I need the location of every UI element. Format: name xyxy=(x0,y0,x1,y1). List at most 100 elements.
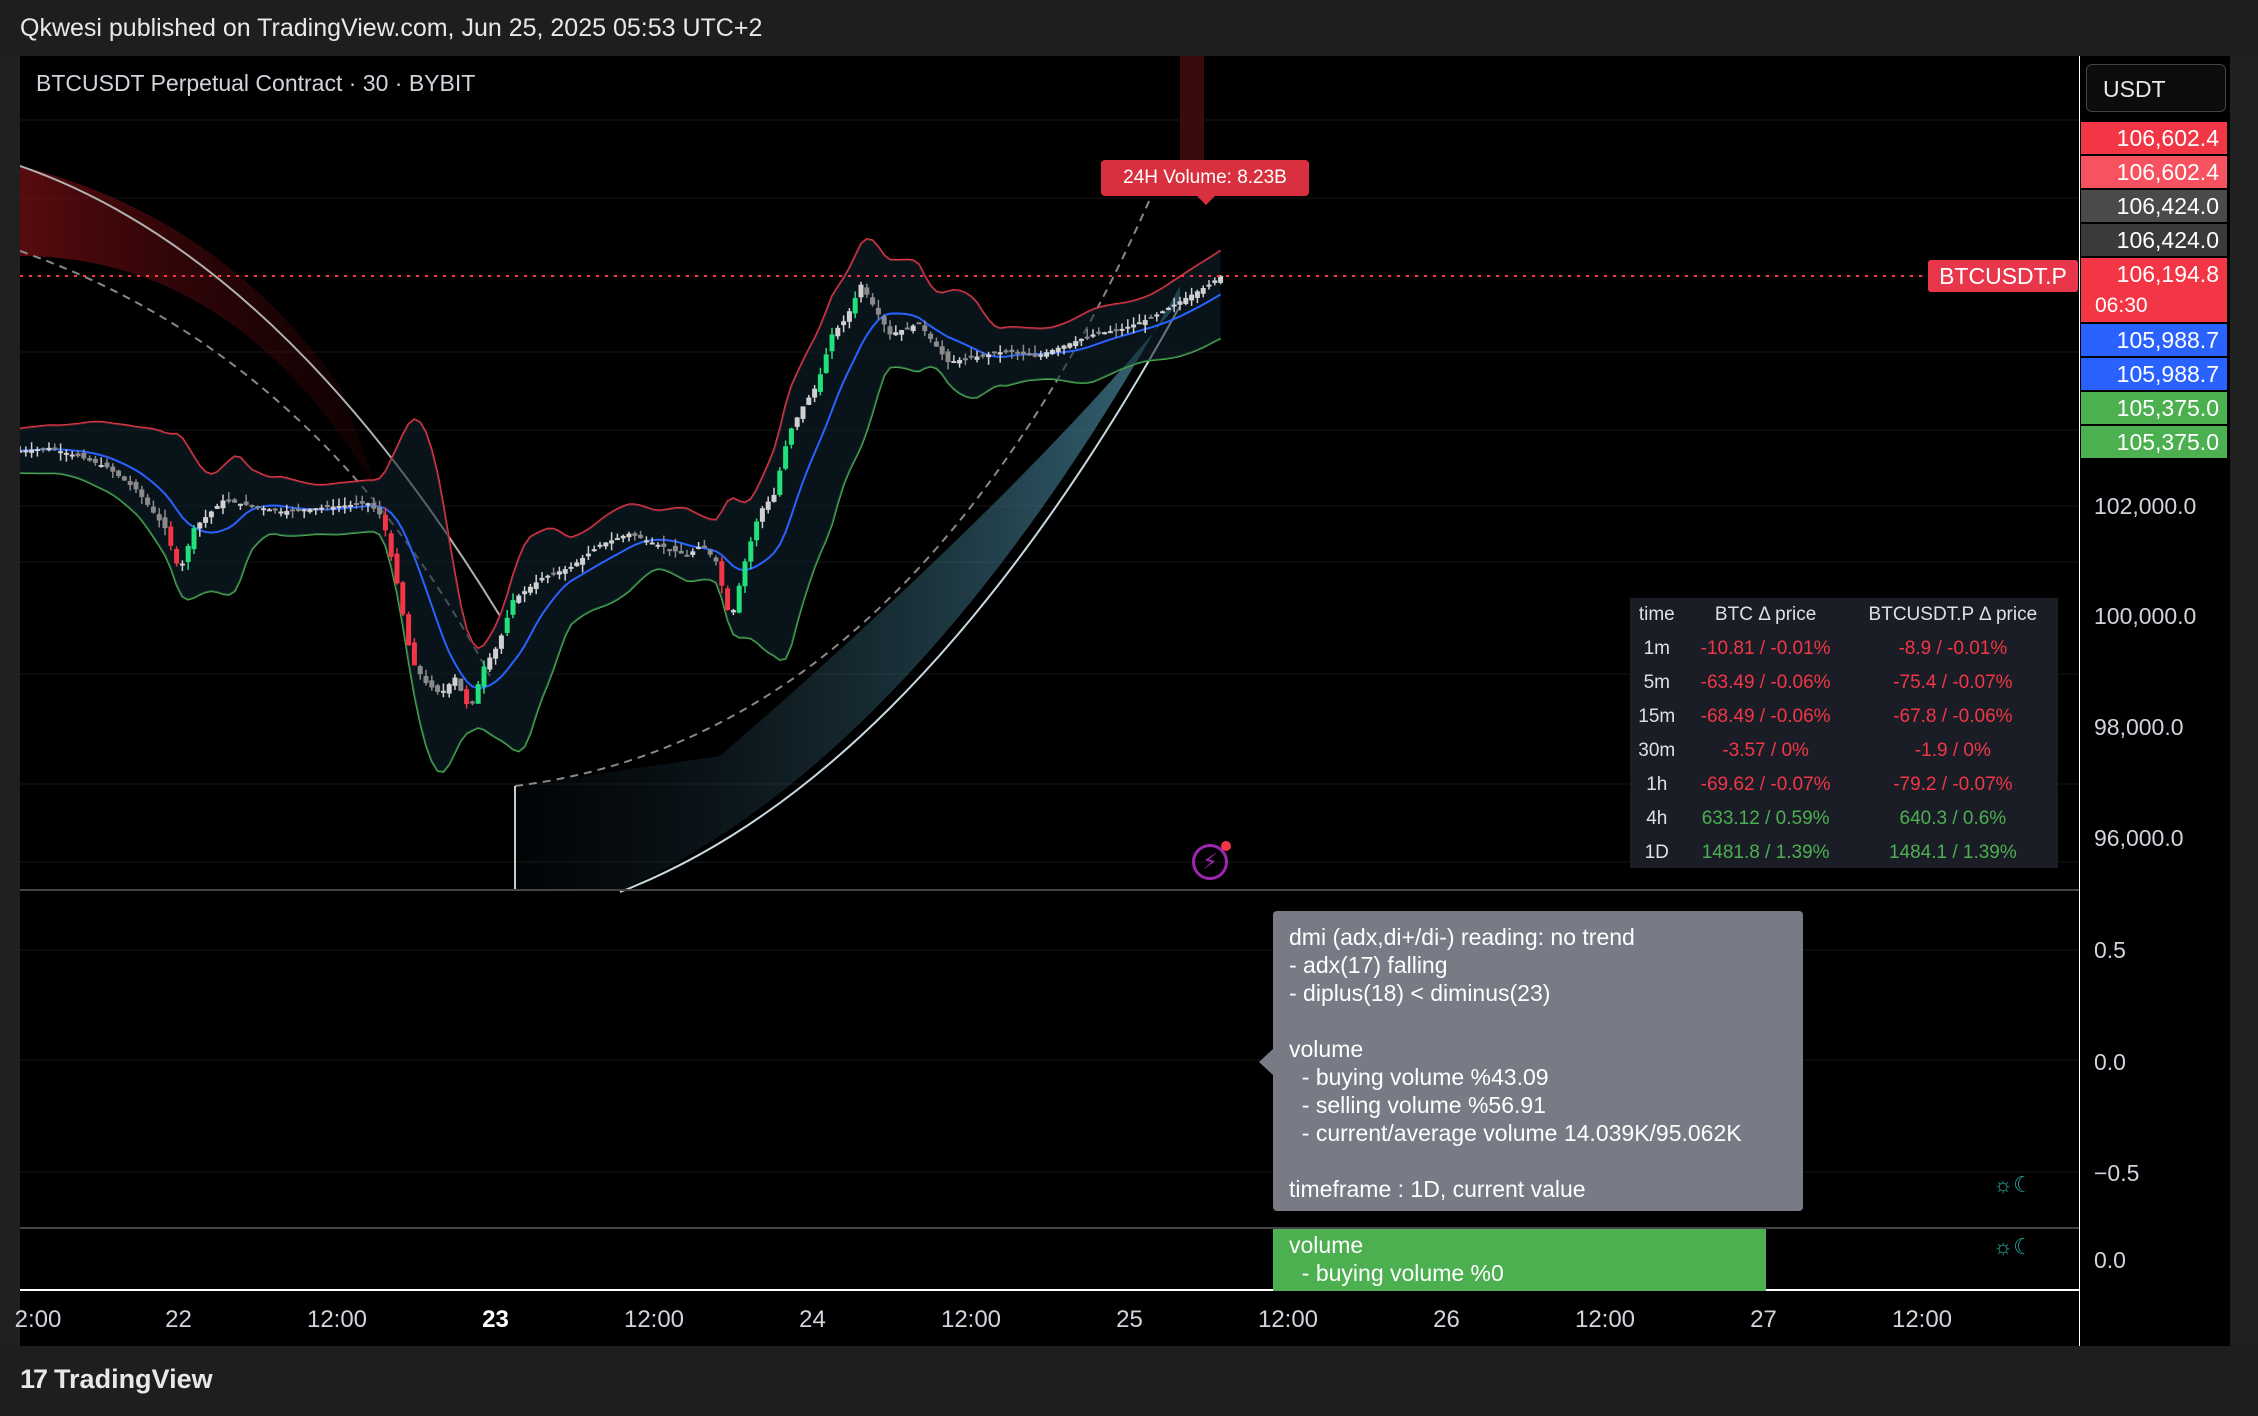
theme-toggle-icon[interactable]: ☼☾ xyxy=(1993,1234,2033,1260)
candle-body xyxy=(116,470,122,477)
symbol-title[interactable]: BTCUSDT Perpetual Contract · 30 · BYBIT xyxy=(36,70,475,97)
delta-cell: 633.12 / 0.59% xyxy=(1701,808,1830,829)
candle-body xyxy=(208,511,214,518)
candle-body xyxy=(800,406,806,419)
candle-body xyxy=(504,617,510,633)
candle-body xyxy=(150,506,156,513)
candle-body xyxy=(667,549,673,552)
candle-body xyxy=(353,502,359,505)
candle-body xyxy=(696,546,702,549)
candle-body xyxy=(417,666,423,675)
candle-body xyxy=(1131,324,1137,328)
candle-body xyxy=(174,549,180,564)
price-tick: 96,000.0 xyxy=(2094,825,2184,851)
candle-body xyxy=(336,506,342,508)
price-label: 106,602.4 xyxy=(2081,156,2227,188)
candle-body xyxy=(1003,350,1009,353)
candle-body xyxy=(446,684,452,694)
table-row: 1D 1481.8 / 1.39% 1484.1 / 1.39% xyxy=(1630,836,2058,870)
candle-body xyxy=(423,675,429,684)
candle-body xyxy=(823,354,829,373)
candle-body xyxy=(290,509,296,512)
candle-body xyxy=(394,553,400,584)
candle-body xyxy=(1125,326,1131,329)
brand-name: TradingView xyxy=(54,1364,213,1394)
candle-body xyxy=(261,508,267,511)
candle-body xyxy=(469,701,475,704)
candle-body xyxy=(846,311,852,322)
time-tick: 27 xyxy=(1750,1306,1777,1333)
candle-body xyxy=(858,284,864,298)
time-tick: 12:00 xyxy=(1891,1306,1953,1333)
candle-body xyxy=(1067,343,1073,348)
candle-body xyxy=(777,470,783,495)
candle-body xyxy=(638,534,644,539)
candle-body xyxy=(765,501,771,510)
candle-body xyxy=(278,511,284,514)
candle-body xyxy=(1026,353,1032,356)
candle-body xyxy=(893,332,899,336)
candle-body xyxy=(597,544,603,547)
indicator-tick: 0.0 xyxy=(2094,1247,2126,1273)
time-tick: 12:00 xyxy=(940,1306,1002,1333)
candle-body xyxy=(1171,304,1177,307)
time-tick: 22 xyxy=(165,1306,192,1333)
candle-body xyxy=(411,642,417,666)
indicator-tick: −0.5 xyxy=(2094,1160,2140,1186)
timeframe-cell: 5m xyxy=(1643,672,1670,693)
candle-body xyxy=(382,514,388,531)
table-header-row: time BTC Δ price BTCUSDT.P Δ price xyxy=(1630,598,2058,632)
candle-body xyxy=(243,501,249,505)
lightning-icon[interactable]: ⚡ xyxy=(1192,841,1231,880)
candle-body xyxy=(742,561,748,587)
candle-body xyxy=(899,330,905,335)
candle-body xyxy=(168,526,174,546)
symbol-price-flag: BTCUSDT.P xyxy=(1928,260,2078,292)
candle-body xyxy=(771,494,777,502)
candle-body xyxy=(237,503,243,506)
candle-body xyxy=(1189,294,1195,301)
candle-body xyxy=(1044,352,1050,357)
candle-body xyxy=(568,566,574,569)
candle-body xyxy=(1200,287,1206,294)
candle-body xyxy=(34,449,40,452)
theme-toggle-icon[interactable]: ☼☾ xyxy=(1993,1172,2033,1198)
candle-body xyxy=(121,476,127,481)
timeframe-cell: 1D xyxy=(1644,842,1669,863)
delta-cell: -79.2 / -0.07% xyxy=(1893,774,2013,795)
candle-body xyxy=(458,678,464,691)
candle-body xyxy=(46,447,52,451)
candle-body xyxy=(510,600,516,615)
candle-body xyxy=(487,657,493,670)
candle-body xyxy=(324,504,330,508)
time-tick: 12:00 xyxy=(1574,1306,1636,1333)
candle-body xyxy=(301,509,307,512)
candle-body xyxy=(939,346,945,355)
candle-body xyxy=(406,614,412,646)
candle-body xyxy=(1177,301,1183,305)
indicator-tooltip: dmi (adx,di+/di-) reading: no trend - ad… xyxy=(1259,911,1803,1211)
footer: 17 TradingView xyxy=(0,1346,2258,1416)
candle-body xyxy=(104,462,110,468)
candle-body xyxy=(887,326,893,335)
candle-body xyxy=(400,582,406,615)
candle-body xyxy=(1015,351,1021,354)
candle-body xyxy=(185,545,191,562)
candle-body xyxy=(730,610,736,613)
price-tick: 100,000.0 xyxy=(2094,603,2197,629)
tradingview-logo[interactable]: 17 TradingView xyxy=(20,1364,213,1395)
candle-body xyxy=(371,502,377,509)
candle-body xyxy=(498,635,504,649)
table-row: 1m -10.81 / -0.01% -8.9 / -0.01% xyxy=(1630,632,2058,666)
candle-body xyxy=(1142,320,1148,325)
currency-selector[interactable]: USDT xyxy=(2086,64,2226,112)
candle-body xyxy=(63,452,69,455)
candle-body xyxy=(179,563,185,566)
candle-body xyxy=(829,334,835,352)
candle-body xyxy=(1078,338,1084,342)
table-row: 1h -69.62 / -0.07% -79.2 / -0.07% xyxy=(1630,768,2058,802)
candle-body xyxy=(127,481,133,485)
candle-body xyxy=(736,585,742,613)
delta-cell: -8.9 / -0.01% xyxy=(1898,638,2008,659)
candle-body xyxy=(817,374,823,392)
